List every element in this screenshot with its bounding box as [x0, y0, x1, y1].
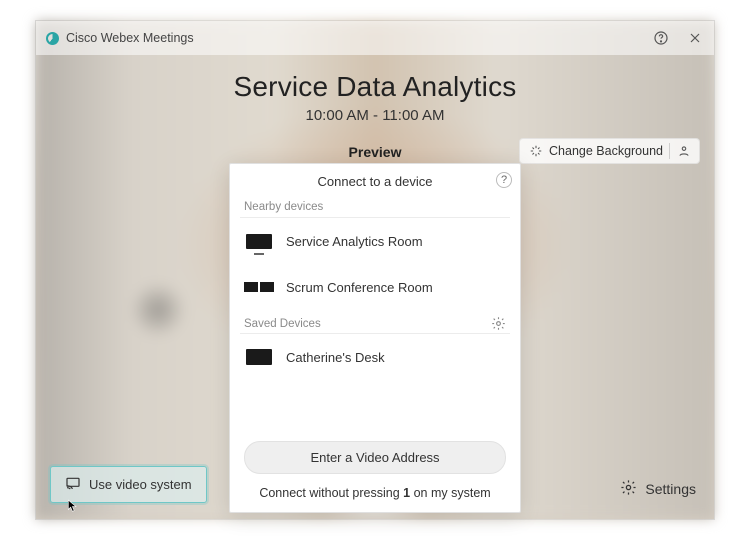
- panel-help-icon[interactable]: ?: [496, 172, 512, 188]
- preview-row: Preview Change Background: [36, 138, 714, 166]
- panel-heading: Connect to a device: [318, 174, 433, 189]
- person-icon: [676, 144, 691, 159]
- cast-icon: [65, 475, 81, 494]
- enter-video-address-button[interactable]: Enter a Video Address: [244, 441, 506, 474]
- connect-without-pressing-link[interactable]: Connect without pressing 1 on my system: [259, 486, 490, 500]
- divider: [669, 143, 670, 159]
- tv-icon: [244, 226, 274, 256]
- help-icon[interactable]: [652, 29, 670, 47]
- device-row-scrum-conference[interactable]: Scrum Conference Room: [230, 264, 520, 310]
- change-background-button[interactable]: Change Background: [519, 138, 700, 164]
- connect-device-panel: Connect to a device ? Nearby devices Ser…: [229, 163, 521, 513]
- webex-logo-icon: [46, 32, 59, 45]
- gear-icon: [620, 479, 637, 499]
- nearby-devices-label: Nearby devices: [230, 195, 520, 217]
- saved-devices-label: Saved Devices: [244, 318, 321, 330]
- device-name: Catherine's Desk: [286, 350, 385, 365]
- meeting-header: Service Data Analytics 10:00 AM - 11:00 …: [36, 55, 714, 124]
- panel-heading-row: Connect to a device ?: [230, 164, 520, 195]
- device-name: Service Analytics Room: [286, 234, 423, 249]
- meeting-title: Service Data Analytics: [36, 71, 714, 103]
- device-row-service-analytics[interactable]: Service Analytics Room: [230, 218, 520, 264]
- panel-footer: Enter a Video Address Connect without pr…: [230, 431, 520, 512]
- monitor-icon: [244, 342, 274, 372]
- close-icon[interactable]: [686, 29, 704, 47]
- window-title: Cisco Webex Meetings: [66, 31, 194, 45]
- device-row-catherines-desk[interactable]: Catherine's Desk: [230, 334, 520, 380]
- change-background-label: Change Background: [549, 144, 663, 158]
- sparkle-icon: [528, 144, 543, 159]
- settings-button[interactable]: Settings: [620, 479, 696, 499]
- meeting-time: 10:00 AM - 11:00 AM: [36, 107, 714, 124]
- gear-icon[interactable]: [491, 316, 506, 331]
- preview-label: Preview: [349, 144, 402, 160]
- settings-label: Settings: [645, 481, 696, 497]
- device-name: Scrum Conference Room: [286, 280, 433, 295]
- use-video-system-button[interactable]: Use video system: [50, 466, 207, 503]
- use-video-system-label: Use video system: [89, 477, 192, 492]
- dual-screen-icon: [244, 272, 274, 302]
- titlebar: Cisco Webex Meetings: [36, 21, 714, 55]
- saved-devices-row: Saved Devices: [230, 310, 520, 333]
- app-window: Cisco Webex Meetings Service Data Analyt…: [35, 20, 715, 520]
